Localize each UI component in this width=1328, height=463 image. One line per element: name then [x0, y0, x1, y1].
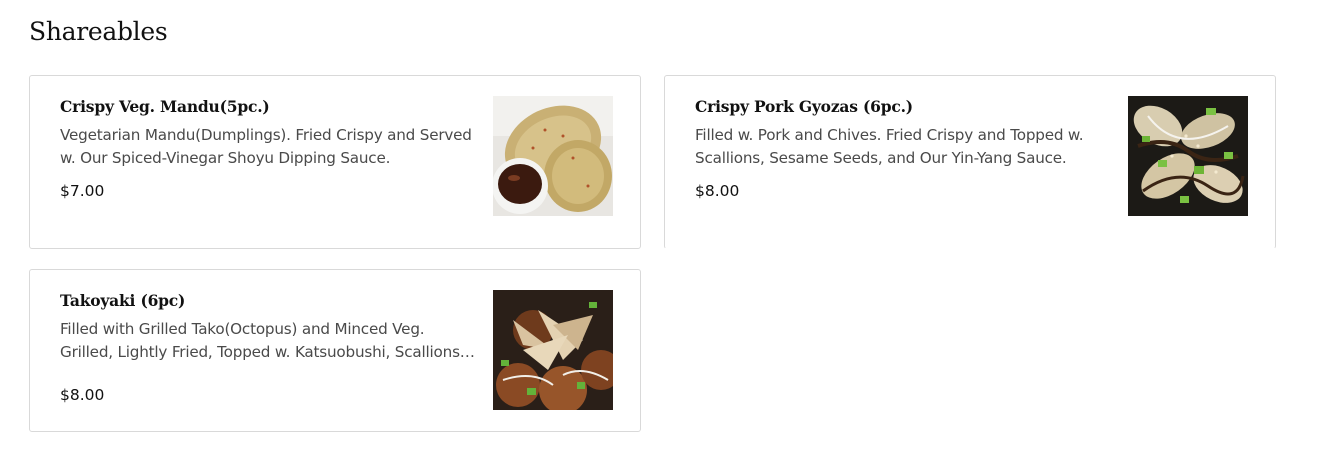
item-description: Filled w. Pork and Chives. Fried Crispy … [695, 126, 1084, 167]
item-photo [1128, 96, 1248, 216]
item-description: Filled with Grilled Tako(Octopus) and Mi… [60, 320, 460, 361]
menu-item-card[interactable]: Crispy Pork Gyozas (6pc.) Filled w. Pork… [664, 75, 1276, 249]
section-title: Shareables [29, 17, 168, 46]
item-description: Vegetarian Mandu(Dumplings). Fried Crisp… [60, 126, 472, 167]
item-photo [493, 290, 613, 410]
item-price: $8.00 [60, 386, 105, 404]
item-name: Crispy Veg. Mandu(5pc.) [60, 97, 270, 116]
item-price: $8.00 [695, 182, 740, 200]
item-price: $7.00 [60, 182, 105, 200]
menu-item-card[interactable]: Takoyaki (6pc) Filled with Grilled Tako(… [29, 269, 641, 432]
menu-item-card[interactable]: Crispy Veg. Mandu(5pc.) Vegetarian Mandu… [29, 75, 641, 249]
item-photo [493, 96, 613, 216]
item-name: Takoyaki (6pc) [60, 291, 186, 310]
item-name: Crispy Pork Gyozas (6pc.) [695, 97, 913, 116]
